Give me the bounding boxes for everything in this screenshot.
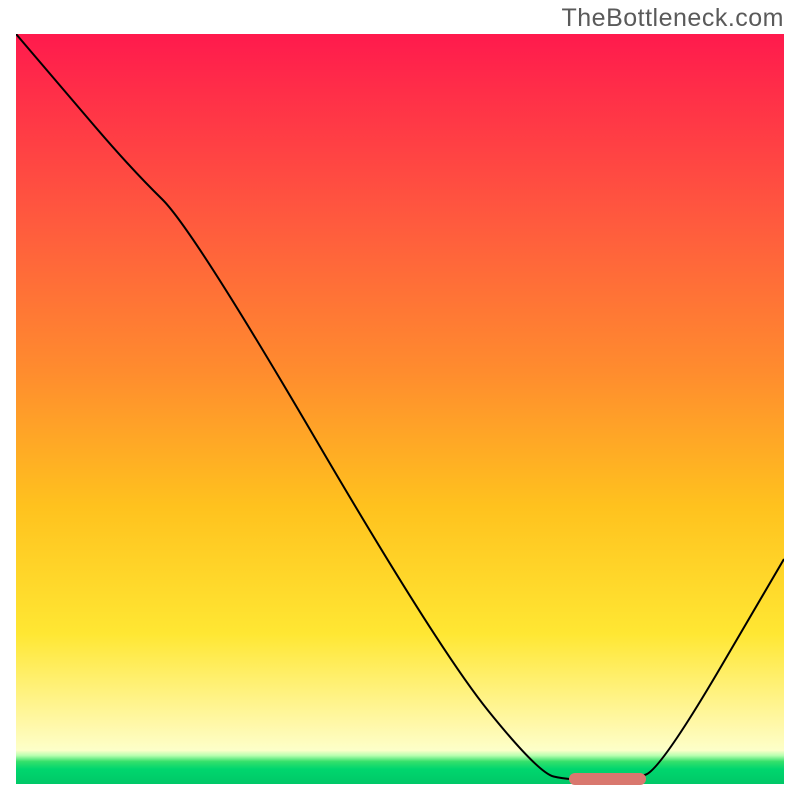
watermark-text: TheBottleneck.com	[562, 4, 785, 33]
baseline	[16, 783, 784, 784]
optimal-range-marker	[569, 773, 646, 785]
heat-gradient-background	[16, 34, 784, 784]
chart-container: TheBottleneck.com	[0, 0, 800, 800]
